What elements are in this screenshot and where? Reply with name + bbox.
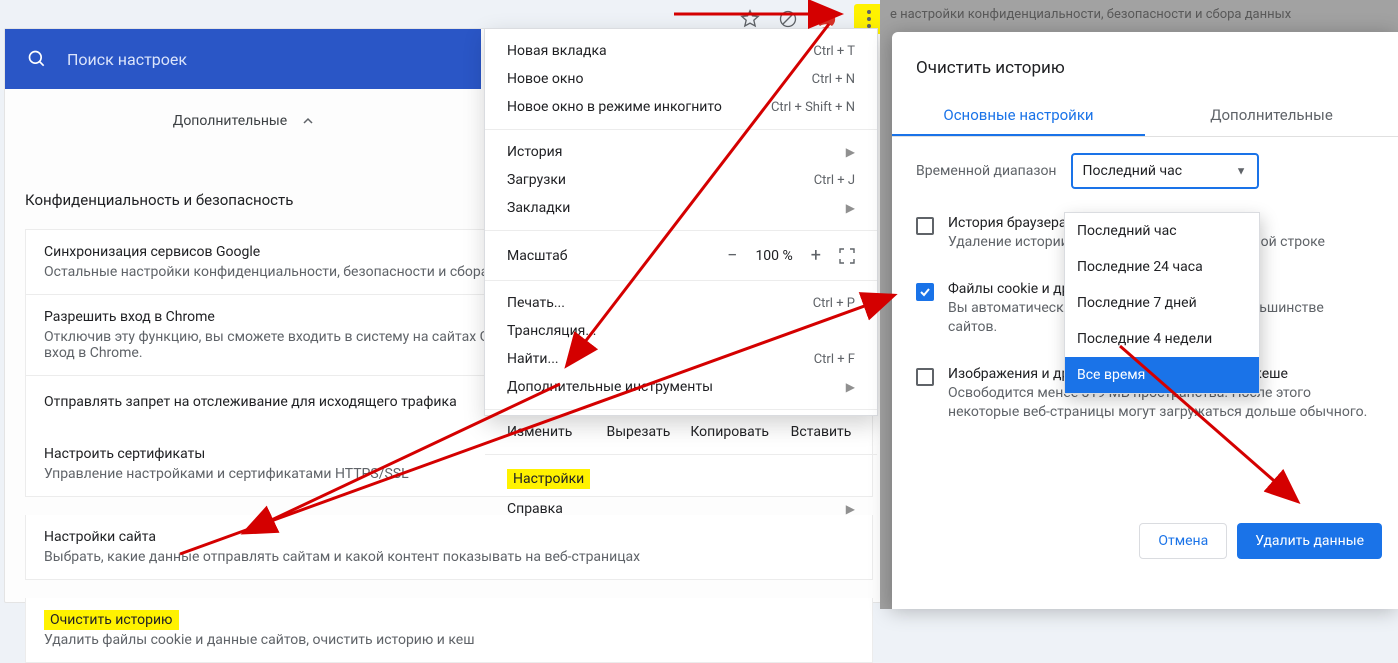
time-range-row: Временной диапазон Последний час ▼ bbox=[892, 137, 1398, 195]
zoom-out-button[interactable]: − bbox=[727, 245, 737, 266]
label: Новое окно в режиме инкогнито bbox=[507, 99, 722, 115]
label: История bbox=[507, 144, 562, 160]
menu-find[interactable]: Найти... Ctrl + F bbox=[485, 345, 877, 373]
label: Масштаб bbox=[507, 248, 567, 264]
dd-option-7d[interactable]: Последние 7 дней bbox=[1065, 285, 1259, 321]
chevron-up-icon bbox=[303, 116, 313, 126]
dd-option-all[interactable]: Все время bbox=[1065, 357, 1259, 393]
cancel-button[interactable]: Отмена bbox=[1139, 523, 1227, 559]
tab-basic[interactable]: Основные настройки bbox=[892, 96, 1145, 136]
dd-option-4w[interactable]: Последние 4 недели bbox=[1065, 321, 1259, 357]
card-title: Очистить историю bbox=[44, 612, 854, 628]
zoom-value: 100 % bbox=[755, 248, 792, 264]
kebab-icon bbox=[867, 10, 871, 28]
checkbox[interactable] bbox=[916, 283, 934, 301]
menu-new-window[interactable]: Новое окно Ctrl + N bbox=[485, 65, 877, 93]
menu-cast[interactable]: Трансляция... bbox=[485, 317, 877, 345]
clear-history-dialog: Очистить историю Основные настройки Допо… bbox=[892, 32, 1398, 609]
time-range-label: Временной диапазон bbox=[916, 163, 1057, 179]
chevron-right-icon: ▶ bbox=[846, 380, 855, 394]
time-range-select[interactable]: Последний час ▼ bbox=[1071, 153, 1259, 189]
chrome-menu: Новая вкладка Ctrl + T Новое окно Ctrl + N… bbox=[484, 28, 878, 416]
additional-toggle[interactable]: Дополнительные bbox=[5, 89, 481, 153]
menu-new-tab[interactable]: Новая вкладка Ctrl + T bbox=[485, 37, 877, 65]
time-range-dropdown: Последний час Последние 24 часа Последни… bbox=[1064, 212, 1260, 394]
card-clear-history[interactable]: Очистить историю Удалить файлы cookie и … bbox=[25, 598, 873, 663]
menu-zoom: Масштаб − 100 % + bbox=[485, 239, 877, 272]
label: Новая вкладка bbox=[507, 43, 607, 59]
shortcut: Ctrl + N bbox=[812, 72, 855, 87]
cut-button[interactable]: Вырезать bbox=[604, 424, 672, 440]
menu-help[interactable]: Справка ▶ bbox=[485, 495, 877, 523]
shortcut: Ctrl + J bbox=[814, 173, 855, 188]
copy-button[interactable]: Копировать bbox=[690, 424, 769, 440]
chevron-right-icon: ▶ bbox=[846, 502, 855, 516]
search-bar[interactable]: Поиск настроек bbox=[5, 29, 481, 89]
menu-print[interactable]: Печать... Ctrl + P bbox=[485, 289, 877, 317]
shortcut: Ctrl + P bbox=[813, 296, 855, 311]
bg-strip: е настройки конфиденциальности, безопасн… bbox=[880, 0, 1398, 28]
menu-settings[interactable]: Настройки bbox=[485, 463, 877, 495]
dd-option-24h[interactable]: Последние 24 часа bbox=[1065, 249, 1259, 285]
dialog-tabs: Основные настройки Дополнительные bbox=[892, 96, 1398, 137]
noscript-icon[interactable] bbox=[778, 9, 798, 29]
select-value: Последний час bbox=[1083, 163, 1183, 179]
dialog-buttons: Отмена Удалить данные bbox=[1139, 523, 1382, 559]
delete-data-button[interactable]: Удалить данные bbox=[1237, 523, 1382, 559]
search-placeholder: Поиск настроек bbox=[67, 50, 187, 69]
additional-label: Дополнительные bbox=[173, 113, 287, 129]
check-icon bbox=[919, 286, 931, 298]
chevron-right-icon: ▶ bbox=[846, 145, 855, 159]
shortcut: Ctrl + F bbox=[814, 352, 855, 367]
menu-bookmarks[interactable]: Закладки ▶ bbox=[485, 194, 877, 222]
paste-button[interactable]: Вставить bbox=[787, 424, 855, 440]
checkbox[interactable] bbox=[916, 217, 934, 235]
label: Новое окно bbox=[507, 71, 583, 87]
label: Найти... bbox=[507, 351, 559, 367]
menu-more-tools[interactable]: Дополнительные инструменты ▶ bbox=[485, 373, 877, 401]
zoom-in-button[interactable]: + bbox=[811, 245, 821, 266]
chevron-down-icon: ▼ bbox=[1236, 165, 1247, 178]
card-sub: Удалить файлы cookie и данные сайтов, оч… bbox=[44, 632, 854, 648]
search-icon bbox=[27, 49, 47, 69]
fullscreen-icon[interactable] bbox=[839, 248, 855, 264]
label: Печать... bbox=[507, 295, 565, 311]
card-sub: Выбрать, какие данные отправлять сайтам … bbox=[44, 549, 854, 565]
highlight: Очистить историю bbox=[44, 610, 179, 630]
dd-option-1h[interactable]: Последний час bbox=[1065, 213, 1259, 249]
label: Справка bbox=[507, 501, 563, 517]
label: Изменить bbox=[507, 424, 572, 440]
menu-downloads[interactable]: Загрузки Ctrl + J bbox=[485, 166, 877, 194]
label: Загрузки bbox=[507, 172, 566, 188]
star-icon[interactable] bbox=[740, 9, 760, 29]
chevron-right-icon: ▶ bbox=[846, 201, 855, 215]
shortcut: Ctrl + T bbox=[813, 44, 855, 59]
card-title: Отправлять запрет на отслеживание для ис… bbox=[44, 394, 457, 410]
highlight: Настройки bbox=[507, 469, 590, 489]
menu-edit-row: Изменить Вырезать Копировать Вставить bbox=[485, 418, 877, 446]
profile-icon[interactable] bbox=[816, 9, 836, 29]
card-title: Настройки сайта bbox=[44, 529, 854, 545]
right-panel: е настройки конфиденциальности, безопасн… bbox=[880, 0, 1398, 609]
section-title: Конфиденциальность и безопасность bbox=[25, 191, 293, 209]
label: Трансляция... bbox=[507, 323, 596, 339]
label: Закладки bbox=[507, 200, 570, 216]
shortcut: Ctrl + Shift + N bbox=[771, 100, 855, 115]
label: Дополнительные инструменты bbox=[507, 379, 713, 395]
menu-incognito[interactable]: Новое окно в режиме инкогнито Ctrl + Shif… bbox=[485, 93, 877, 121]
checkbox[interactable] bbox=[916, 368, 934, 386]
menu-history[interactable]: История ▶ bbox=[485, 138, 877, 166]
dialog-title: Очистить историю bbox=[892, 52, 1398, 96]
tab-advanced[interactable]: Дополнительные bbox=[1145, 96, 1398, 136]
